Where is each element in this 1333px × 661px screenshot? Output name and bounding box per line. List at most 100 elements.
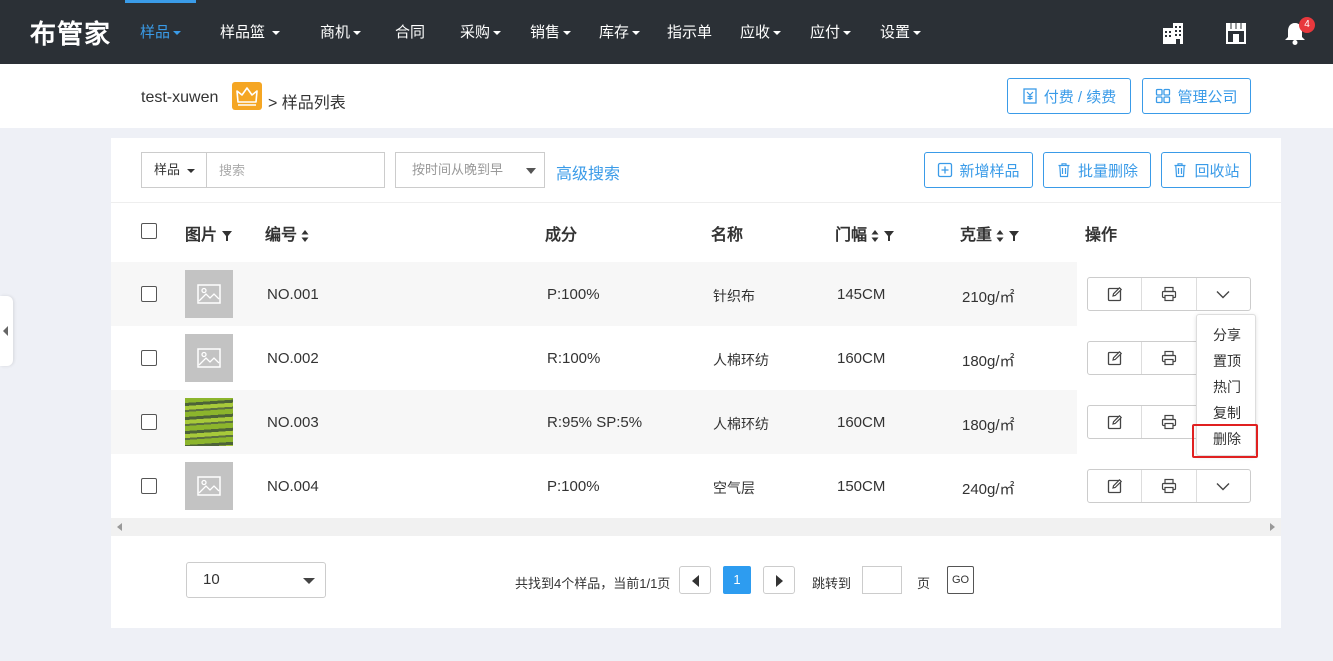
- sample-thumbnail[interactable]: [185, 462, 233, 510]
- cell-composition: R:100%: [547, 350, 601, 367]
- store-icon[interactable]: [1223, 20, 1249, 46]
- image-placeholder-icon: [197, 284, 221, 304]
- edit-button[interactable]: [1088, 342, 1143, 374]
- cell-composition: P:100%: [547, 478, 600, 495]
- edit-button[interactable]: [1088, 278, 1143, 310]
- delete-highlight-box: [1192, 424, 1258, 458]
- row-actions: [1087, 469, 1251, 503]
- filter-icon[interactable]: [1008, 230, 1020, 242]
- print-button[interactable]: [1142, 406, 1197, 438]
- menu-item-pin-top[interactable]: 置顶: [1197, 351, 1257, 371]
- sample-thumbnail[interactable]: [185, 270, 233, 318]
- column-header-image: 图片: [185, 221, 233, 245]
- sidebar-toggle[interactable]: [0, 296, 13, 366]
- print-button[interactable]: [1142, 470, 1197, 502]
- menu-item-copy[interactable]: 复制: [1197, 403, 1257, 423]
- sort-order-select[interactable]: 按时间从晚到早: [395, 152, 545, 188]
- caret-down-icon: [913, 31, 922, 36]
- nav-item-settings[interactable]: 设置: [880, 0, 922, 64]
- row-checkbox[interactable]: [141, 414, 157, 430]
- advanced-search-link[interactable]: 高级搜索: [556, 160, 620, 184]
- nav-item-sales[interactable]: 销售: [530, 0, 572, 64]
- nav-item-purchase[interactable]: 采购: [460, 0, 502, 64]
- sample-thumbnail[interactable]: [185, 398, 233, 446]
- batch-delete-button[interactable]: 批量删除: [1043, 152, 1151, 188]
- vip-crown-icon: [232, 82, 262, 110]
- menu-item-hot[interactable]: 热门: [1197, 377, 1257, 397]
- plus-box-icon: [938, 162, 953, 178]
- cell-weight: 180g/㎡: [962, 417, 1015, 434]
- column-header-code[interactable]: 编号: [265, 221, 309, 245]
- nav-item-samples[interactable]: 样品: [124, 0, 197, 64]
- edit-button[interactable]: [1088, 406, 1143, 438]
- prev-page-button[interactable]: [679, 566, 711, 594]
- filter-icon[interactable]: [221, 230, 233, 242]
- breadcrumb-current: > 样品列表: [268, 95, 346, 112]
- column-header-width[interactable]: 门幅: [835, 221, 895, 245]
- more-actions-button[interactable]: [1197, 278, 1250, 310]
- toolbar-divider: [111, 202, 1281, 203]
- sort-icon[interactable]: [996, 229, 1004, 243]
- cell-weight: 240g/㎡: [962, 481, 1015, 498]
- cell-name: 针织布: [713, 288, 755, 304]
- print-button[interactable]: [1142, 278, 1197, 310]
- page-size-select[interactable]: 10: [186, 562, 326, 598]
- app-logo[interactable]: 布管家: [30, 14, 111, 51]
- print-button[interactable]: [1142, 342, 1197, 374]
- select-all-checkbox[interactable]: [141, 223, 157, 239]
- triangle-left-icon: [692, 575, 699, 587]
- printer-icon: [1161, 414, 1177, 430]
- pay-renew-button[interactable]: 付费 / 续费: [1007, 78, 1131, 114]
- printer-icon: [1161, 350, 1177, 366]
- cell-code: NO.002: [267, 350, 319, 367]
- search-input[interactable]: [206, 152, 385, 188]
- filter-icon[interactable]: [883, 230, 895, 242]
- caret-down-icon: [493, 31, 502, 36]
- scroll-left-icon[interactable]: [117, 523, 122, 531]
- caret-down-icon: [186, 168, 195, 173]
- nav-item-receivables[interactable]: 应收: [740, 0, 782, 64]
- cell-code: NO.003: [267, 414, 319, 431]
- company-building-icon[interactable]: [1160, 20, 1186, 46]
- image-placeholder-icon: [197, 348, 221, 368]
- jump-to-label: 跳转到: [812, 576, 852, 591]
- caret-down-icon: [632, 31, 641, 36]
- manage-company-button[interactable]: 管理公司: [1142, 78, 1251, 114]
- scroll-right-icon[interactable]: [1270, 523, 1275, 531]
- triangle-left-icon: [3, 326, 8, 336]
- go-button[interactable]: GO: [947, 566, 974, 594]
- caret-down-icon: [843, 31, 852, 36]
- nav-item-payables[interactable]: 应付: [810, 0, 852, 64]
- edit-icon: [1107, 286, 1122, 302]
- recycle-bin-button[interactable]: 回收站: [1161, 152, 1251, 188]
- cell-weight: 210g/㎡: [962, 289, 1015, 306]
- nav-item-inventory[interactable]: 库存: [599, 0, 641, 64]
- row-checkbox[interactable]: [141, 478, 157, 494]
- sort-icon[interactable]: [871, 229, 879, 243]
- current-page[interactable]: 1: [723, 566, 751, 594]
- search-type-select[interactable]: 样品: [141, 152, 207, 188]
- edit-button[interactable]: [1088, 470, 1143, 502]
- column-header-composition: 成分: [545, 227, 578, 244]
- breadcrumb-user[interactable]: test-xuwen: [141, 89, 218, 107]
- jump-page-input[interactable]: [862, 566, 902, 594]
- next-page-button[interactable]: [763, 566, 795, 594]
- sort-icon[interactable]: [301, 229, 309, 243]
- nav-item-instructions[interactable]: 指示单: [667, 0, 712, 64]
- horizontal-scrollbar[interactable]: [111, 518, 1281, 536]
- caret-down-icon: [173, 31, 182, 36]
- cell-composition: R:95% SP:5%: [547, 414, 643, 431]
- nav-item-sample-basket[interactable]: 样品篮: [220, 0, 281, 64]
- add-sample-button[interactable]: 新增样品: [924, 152, 1033, 188]
- column-header-weight[interactable]: 克重: [960, 221, 1020, 245]
- sample-thumbnail[interactable]: [185, 334, 233, 382]
- nav-item-opportunities[interactable]: 商机: [320, 0, 362, 64]
- menu-item-share[interactable]: 分享: [1197, 325, 1257, 345]
- cell-name: 空气层: [713, 480, 755, 496]
- more-actions-button[interactable]: [1197, 470, 1250, 502]
- row-checkbox[interactable]: [141, 286, 157, 302]
- row-checkbox[interactable]: [141, 350, 157, 366]
- trash-icon: [1174, 163, 1186, 178]
- nav-item-contracts[interactable]: 合同: [395, 0, 425, 64]
- edit-icon: [1107, 414, 1122, 430]
